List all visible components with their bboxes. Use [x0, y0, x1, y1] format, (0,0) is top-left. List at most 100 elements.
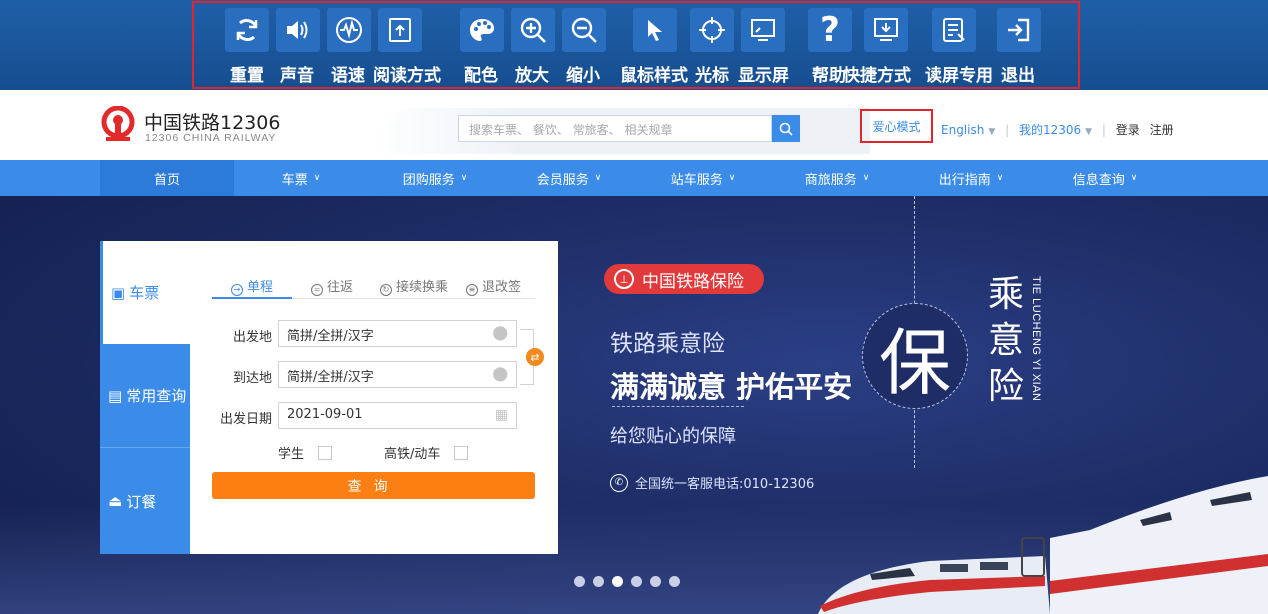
- student-checkbox[interactable]: 学生: [278, 443, 333, 462]
- logo-title: 中国铁路12306: [144, 112, 281, 134]
- tool-label: 声音: [280, 66, 314, 86]
- carousel-dot[interactable]: [593, 576, 604, 587]
- tool-label: 读屏专用: [925, 66, 993, 86]
- exit-icon: [997, 8, 1041, 52]
- side-tab-tickets[interactable]: ▣ 车票: [100, 241, 190, 344]
- search-input[interactable]: 搜索车票、 餐饮、 常旅客、 相关规章: [458, 115, 772, 142]
- language-label: English: [941, 123, 985, 137]
- arrow-icon: →: [231, 284, 243, 296]
- tool-label: 配色: [464, 66, 498, 86]
- nav-item-tickets[interactable]: 车票 ∨: [234, 160, 368, 196]
- chevron-down-icon: ∨: [996, 173, 1004, 183]
- tab-transfer[interactable]: ↻ 接续换乘: [380, 276, 448, 296]
- tab-refund-change[interactable]: ≡ 退改签: [466, 276, 521, 296]
- nav-item-member[interactable]: 会员服务 ∨: [502, 160, 636, 196]
- student-label: 学生: [278, 447, 305, 462]
- chevron-down-icon: ∨: [460, 173, 468, 183]
- tab-round-trip[interactable]: = 往返: [311, 276, 353, 296]
- swap-icon: ⇄: [530, 350, 540, 364]
- tab-label: 单程: [247, 280, 274, 295]
- carousel-dot-active[interactable]: [612, 576, 623, 587]
- nav-item-label: 信息查询: [1072, 172, 1125, 188]
- tool-label: 退出: [1001, 66, 1035, 86]
- chevron-down-icon: ∨: [1130, 173, 1138, 183]
- nav-item-info[interactable]: 信息查询 ∨: [1038, 160, 1172, 196]
- chevron-down-icon: ▼: [1085, 127, 1093, 137]
- checkbox-box[interactable]: [318, 445, 333, 460]
- railway-logo-icon[interactable]: [100, 105, 136, 142]
- to-label: 到达地: [232, 371, 272, 386]
- chevron-down-icon: ∨: [594, 173, 602, 183]
- location-pin-icon: ⬤: [492, 325, 508, 341]
- chevron-down-icon: ∨: [862, 173, 870, 183]
- clipboard-icon: ▤: [108, 386, 123, 405]
- pinyin-caption: TIE LUCHENG YI XIAN: [1030, 276, 1042, 402]
- zoom-out-icon: [562, 8, 606, 52]
- tool-label: 鼠标样式: [620, 66, 688, 86]
- calendar-icon: ▦: [494, 407, 508, 423]
- divider: |: [1101, 123, 1106, 137]
- query-button[interactable]: 查询: [212, 472, 535, 499]
- color-palette-icon: [460, 8, 504, 52]
- search-button[interactable]: [772, 115, 800, 142]
- side-tab-common-query[interactable]: ▤ 常用查询: [100, 344, 190, 448]
- carousel-dots: [574, 576, 680, 587]
- railway-logo-icon: ⊥: [614, 269, 634, 289]
- nav-item-home[interactable]: 首页: [100, 160, 234, 196]
- tool-label: 语速: [331, 66, 365, 86]
- chevron-down-icon: ∨: [313, 173, 321, 183]
- carousel-dot[interactable]: [631, 576, 642, 587]
- to-station-input[interactable]: 简拼/全拼/汉字 ⬤: [278, 361, 517, 388]
- chevron-down-icon: ▼: [988, 127, 996, 137]
- from-station-input[interactable]: 简拼/全拼/汉字 ⬤: [278, 320, 517, 347]
- side-tab-meal[interactable]: ⏏ 订餐: [100, 448, 190, 554]
- nav-item-guide[interactable]: 出行指南 ∨: [904, 160, 1038, 196]
- carousel-dot[interactable]: [574, 576, 585, 587]
- checkbox-box[interactable]: [454, 445, 469, 460]
- highspeed-checkbox[interactable]: 高铁/动车: [384, 443, 469, 462]
- swap-stations-button[interactable]: ⇄: [526, 348, 544, 366]
- meal-icon: ⏏: [108, 492, 123, 510]
- departure-date-value: 2021-09-01: [287, 407, 363, 422]
- hotline-text: 全国统一客服电话:010-12306: [635, 477, 815, 492]
- sound-icon: [276, 8, 320, 52]
- nav-item-label: 站车服务: [670, 172, 723, 188]
- from-station-value: 简拼/全拼/汉字: [287, 329, 374, 344]
- nav-item-station[interactable]: 站车服务 ∨: [636, 160, 770, 196]
- departure-date-input[interactable]: 2021-09-01 ▦: [278, 402, 517, 429]
- hero-line3: 给您贴心的保障: [610, 426, 736, 447]
- chevron-down-icon: ∨: [728, 173, 736, 183]
- tab-one-way[interactable]: → 单程: [231, 276, 273, 296]
- tool-label: 帮助: [812, 66, 846, 86]
- care-mode-link[interactable]: 爱心模式: [860, 109, 933, 143]
- badge-label: 中国铁路保险: [642, 271, 744, 292]
- ticket-booking-panel: ▣ 车票 ▤ 常用查询 ⏏ 订餐 → 单程 = 往返 ↻ 接续换乘 ≡ 退改签 出发地 简拼/…: [100, 241, 558, 554]
- tool-label: 快捷方式: [843, 66, 911, 86]
- register-link[interactable]: 注册: [1150, 121, 1174, 138]
- login-link[interactable]: 登录: [1116, 121, 1140, 138]
- nav-item-group[interactable]: 团购服务 ∨: [368, 160, 502, 196]
- transfer-icon: ↻: [380, 284, 392, 296]
- nav-item-label: 团购服务: [402, 172, 455, 188]
- help-icon: ?: [808, 8, 852, 52]
- hero-banner[interactable]: ⊥ 中国铁路保险 铁路乘意险 满满诚意 护佑平安 给您贴心的保障 ✆ 全国统一客…: [0, 196, 1268, 614]
- hotline: ✆ 全国统一客服电话:010-12306: [610, 473, 814, 492]
- crosshair-icon: [690, 8, 734, 52]
- to-station-value: 简拼/全拼/汉字: [287, 370, 374, 385]
- carousel-dot[interactable]: [669, 576, 680, 587]
- nav-item-label: 首页: [153, 172, 180, 188]
- tab-label: 往返: [327, 280, 354, 295]
- nav-item-business[interactable]: 商旅服务 ∨: [770, 160, 904, 196]
- my-account-link[interactable]: 我的12306 ▼: [1019, 121, 1092, 138]
- screen-reader-icon: [932, 8, 976, 52]
- date-label: 出发日期: [219, 412, 272, 427]
- main-nav: 首页 车票 ∨ 团购服务 ∨ 会员服务 ∨ 站车服务 ∨ 商旅服务 ∨ 出行指南 ∨ 信息查…: [0, 160, 1268, 196]
- round-trip-icon: =: [311, 284, 323, 296]
- language-switch[interactable]: English ▼: [941, 123, 995, 137]
- carousel-dot[interactable]: [650, 576, 661, 587]
- tool-label: 放大: [515, 66, 549, 86]
- nav-item-label: 会员服务: [536, 172, 589, 188]
- search-icon: [779, 122, 793, 136]
- phone-icon: ✆: [610, 473, 628, 492]
- reading-mode-icon: [378, 8, 422, 52]
